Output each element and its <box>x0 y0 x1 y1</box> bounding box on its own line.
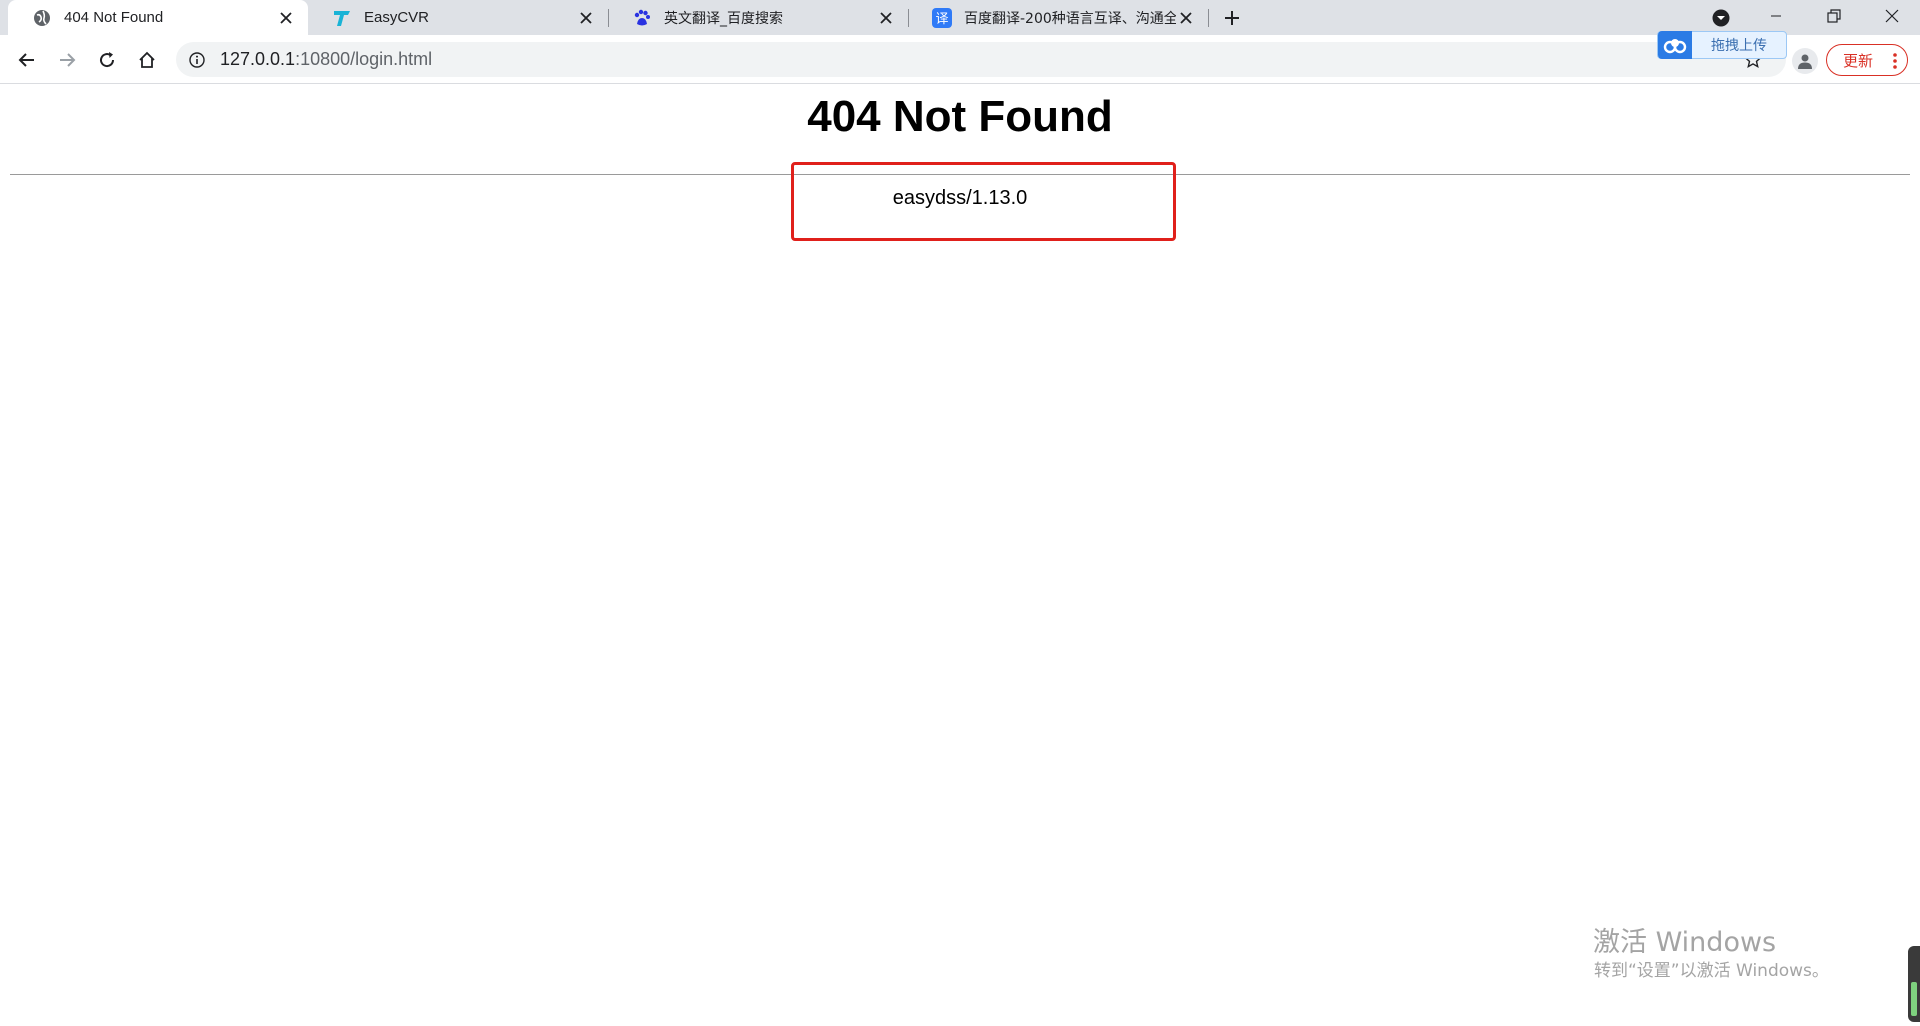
close-tab-icon[interactable] <box>1176 8 1196 28</box>
update-button[interactable]: 更新 <box>1826 44 1908 76</box>
update-label: 更新 <box>1843 51 1874 70</box>
info-icon[interactable] <box>188 51 206 69</box>
translate-glyph: 译 <box>932 7 952 28</box>
activate-windows-title: 激活 Windows <box>1593 927 1777 958</box>
person-icon <box>1798 54 1812 69</box>
home-button[interactable] <box>132 45 162 75</box>
more-vertical-icon <box>1893 53 1897 69</box>
close-tab-icon[interactable] <box>576 8 596 28</box>
reload-icon <box>100 52 115 68</box>
minimize-button[interactable] <box>1754 0 1798 32</box>
address-bar[interactable]: 127.0.0.1:10800/login.html <box>176 42 1786 77</box>
tab-title: EasyCVR <box>364 9 430 26</box>
page-title: 404 Not Found <box>807 92 1113 141</box>
chevron-down-circle-icon <box>1712 9 1730 27</box>
baidu-paw-icon <box>632 8 652 28</box>
close-tab-icon[interactable] <box>276 8 296 28</box>
browser-toolbar: 127.0.0.1:10800/login.html 更新 <box>0 35 1920 84</box>
drag-upload-widget[interactable]: 拖拽上传 <box>1657 31 1787 59</box>
arrow-left-icon <box>18 53 34 67</box>
tab-404-not-found[interactable]: 404 Not Found <box>8 0 308 35</box>
close-icon <box>1885 9 1899 23</box>
easycvr-logo-icon <box>332 8 352 28</box>
arrow-right-icon <box>60 53 76 67</box>
red-highlight-box <box>791 162 1176 241</box>
restore-button[interactable] <box>1812 0 1856 32</box>
new-tab-button[interactable] <box>1220 6 1244 30</box>
back-button[interactable] <box>12 45 42 75</box>
upload-label: 拖拽上传 <box>1711 38 1767 54</box>
url-host: 127.0.0.1 <box>220 49 296 69</box>
close-window-button[interactable] <box>1870 0 1914 32</box>
profile-avatar[interactable] <box>1792 48 1818 74</box>
side-widget[interactable] <box>1908 946 1920 1022</box>
globe-icon <box>32 8 52 28</box>
activate-windows-subtitle: 转到“设置”以激活 Windows。 <box>1594 961 1829 981</box>
reload-button[interactable] <box>92 45 122 75</box>
cloud-upload-icon <box>1658 31 1692 59</box>
tab-title: 百度翻译-200种语言互译、沟通全 <box>964 10 1176 27</box>
plus-icon <box>1225 11 1239 25</box>
tab-search-button[interactable] <box>1710 7 1732 29</box>
url-path: :10800/login.html <box>295 49 433 69</box>
tab-strip: 404 Not Found EasyCVR 英文翻译_百度搜索 译 百度翻译-2… <box>0 0 1920 35</box>
tab-baidu-translate[interactable]: 译 百度翻译-200种语言互译、沟通全 <box>908 0 1208 35</box>
tab-title: 英文翻译_百度搜索 <box>664 10 783 27</box>
minimize-icon <box>1771 15 1781 17</box>
close-tab-icon[interactable] <box>876 8 896 28</box>
side-widget-meter <box>1911 982 1917 1016</box>
forward-button[interactable] <box>52 45 82 75</box>
restore-icon <box>1827 9 1841 23</box>
baidu-translate-icon: 译 <box>932 7 952 28</box>
home-icon <box>139 51 155 68</box>
tab-baidu-search[interactable]: 英文翻译_百度搜索 <box>608 0 908 35</box>
tab-separator <box>1208 9 1209 27</box>
tab-title: 404 Not Found <box>64 9 164 26</box>
tab-easycvr[interactable]: EasyCVR <box>308 0 608 35</box>
